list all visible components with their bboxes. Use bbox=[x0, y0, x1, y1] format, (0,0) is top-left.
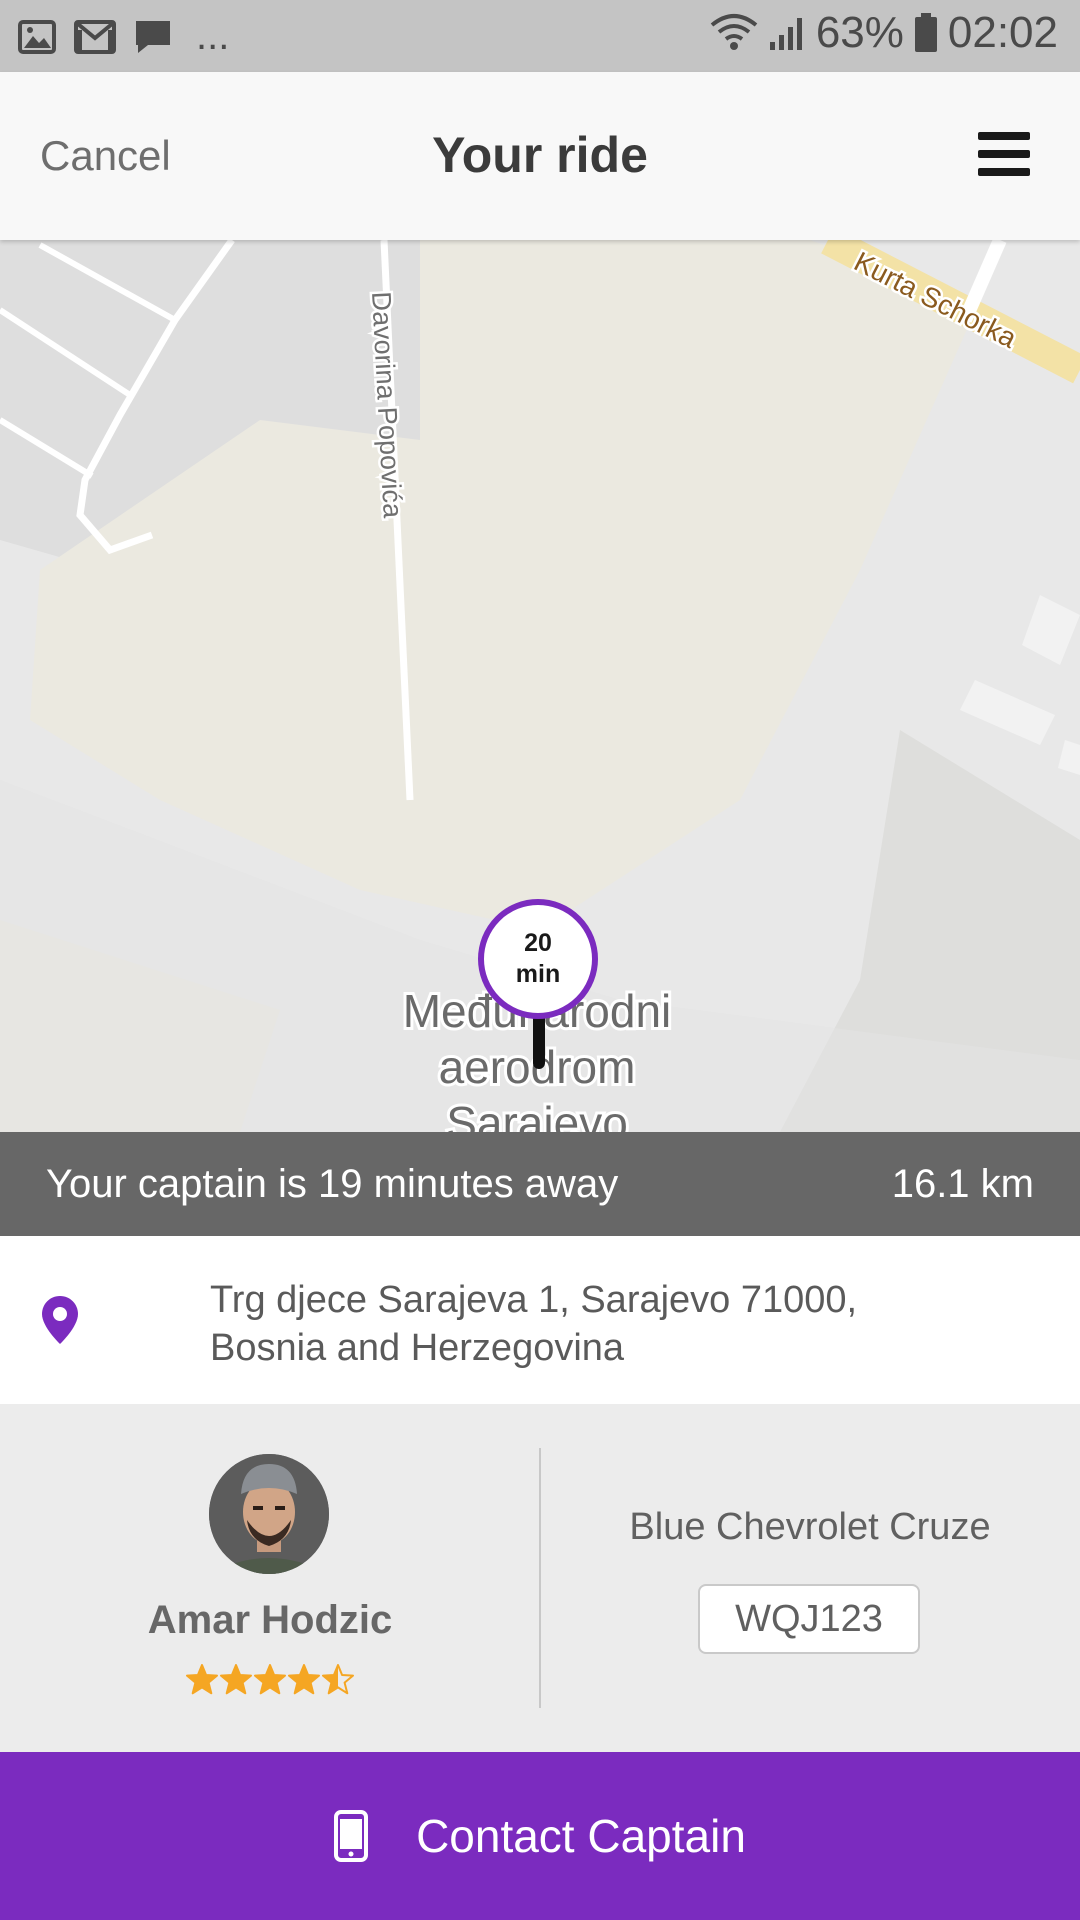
notification-icons: ... bbox=[18, 14, 229, 59]
signal-icon bbox=[769, 18, 802, 50]
eta-text: Your captain is 19 minutes away bbox=[46, 1162, 619, 1206]
system-indicators: 63% 02:02 bbox=[710, 8, 1058, 58]
marker-unit: min bbox=[515, 960, 561, 988]
distance-text: 16.1 km bbox=[891, 1162, 1034, 1206]
page-title: Your ride bbox=[432, 127, 648, 183]
battery-icon bbox=[914, 13, 937, 52]
location-pin-icon bbox=[42, 1296, 78, 1344]
vehicle-model: Blue Chevrolet Cruze bbox=[629, 1506, 991, 1548]
status-bar: ... 63% 02:02 bbox=[0, 0, 1080, 72]
map-view[interactable]: Davorina Popovića Kurta Schorka Međunaro… bbox=[0, 240, 1080, 1132]
eta-banner: Your captain is 19 minutes away 16.1 km bbox=[0, 1132, 1080, 1236]
driver-name: Amar Hodzic bbox=[147, 1598, 393, 1642]
driver-rating bbox=[186, 1664, 354, 1696]
pickup-address: Trg djece Sarajeva 1, Sarajevo 71000, Bo… bbox=[210, 1276, 1030, 1372]
clock: 02:02 bbox=[947, 8, 1058, 57]
address-line-2: Bosnia and Herzegovina bbox=[210, 1327, 625, 1369]
wifi-icon bbox=[710, 14, 758, 50]
rating-star-icon bbox=[254, 1664, 286, 1695]
ride-info-panel: Amar Hodzic Blue Chevrolet Cruze WQJ123 bbox=[0, 1404, 1080, 1752]
contact-captain-label: Contact Captain bbox=[416, 1810, 746, 1862]
hamburger-menu-icon[interactable] bbox=[978, 132, 1030, 176]
rating-star-icon bbox=[186, 1664, 218, 1695]
rating-star-icon bbox=[220, 1664, 252, 1695]
more-notifications: ... bbox=[196, 14, 230, 58]
address-line-1: Trg djece Sarajeva 1, Sarajevo 71000, bbox=[210, 1279, 858, 1321]
divider bbox=[539, 1448, 541, 1708]
battery-percent: 63% bbox=[815, 8, 904, 57]
chat-icon bbox=[136, 20, 170, 53]
contact-captain-button[interactable]: Contact Captain bbox=[0, 1752, 1080, 1920]
marker-bubble: 20 min bbox=[478, 899, 598, 1019]
eta-marker[interactable]: 20 min bbox=[478, 899, 598, 1069]
rating-star-icon bbox=[322, 1664, 354, 1695]
svg-text:Sarajevo: Sarajevo bbox=[446, 1097, 628, 1132]
rating-star-icon bbox=[288, 1664, 320, 1695]
pickup-address-row: Trg djece Sarajeva 1, Sarajevo 71000, Bo… bbox=[0, 1236, 1080, 1404]
gmail-icon bbox=[74, 19, 116, 54]
image-icon bbox=[18, 19, 56, 54]
license-plate: WQJ123 bbox=[698, 1584, 920, 1654]
marker-value: 20 bbox=[524, 929, 552, 957]
avatar bbox=[209, 1454, 329, 1574]
app-header: Cancel Your ride bbox=[0, 72, 1080, 240]
phone-icon bbox=[334, 1810, 369, 1862]
